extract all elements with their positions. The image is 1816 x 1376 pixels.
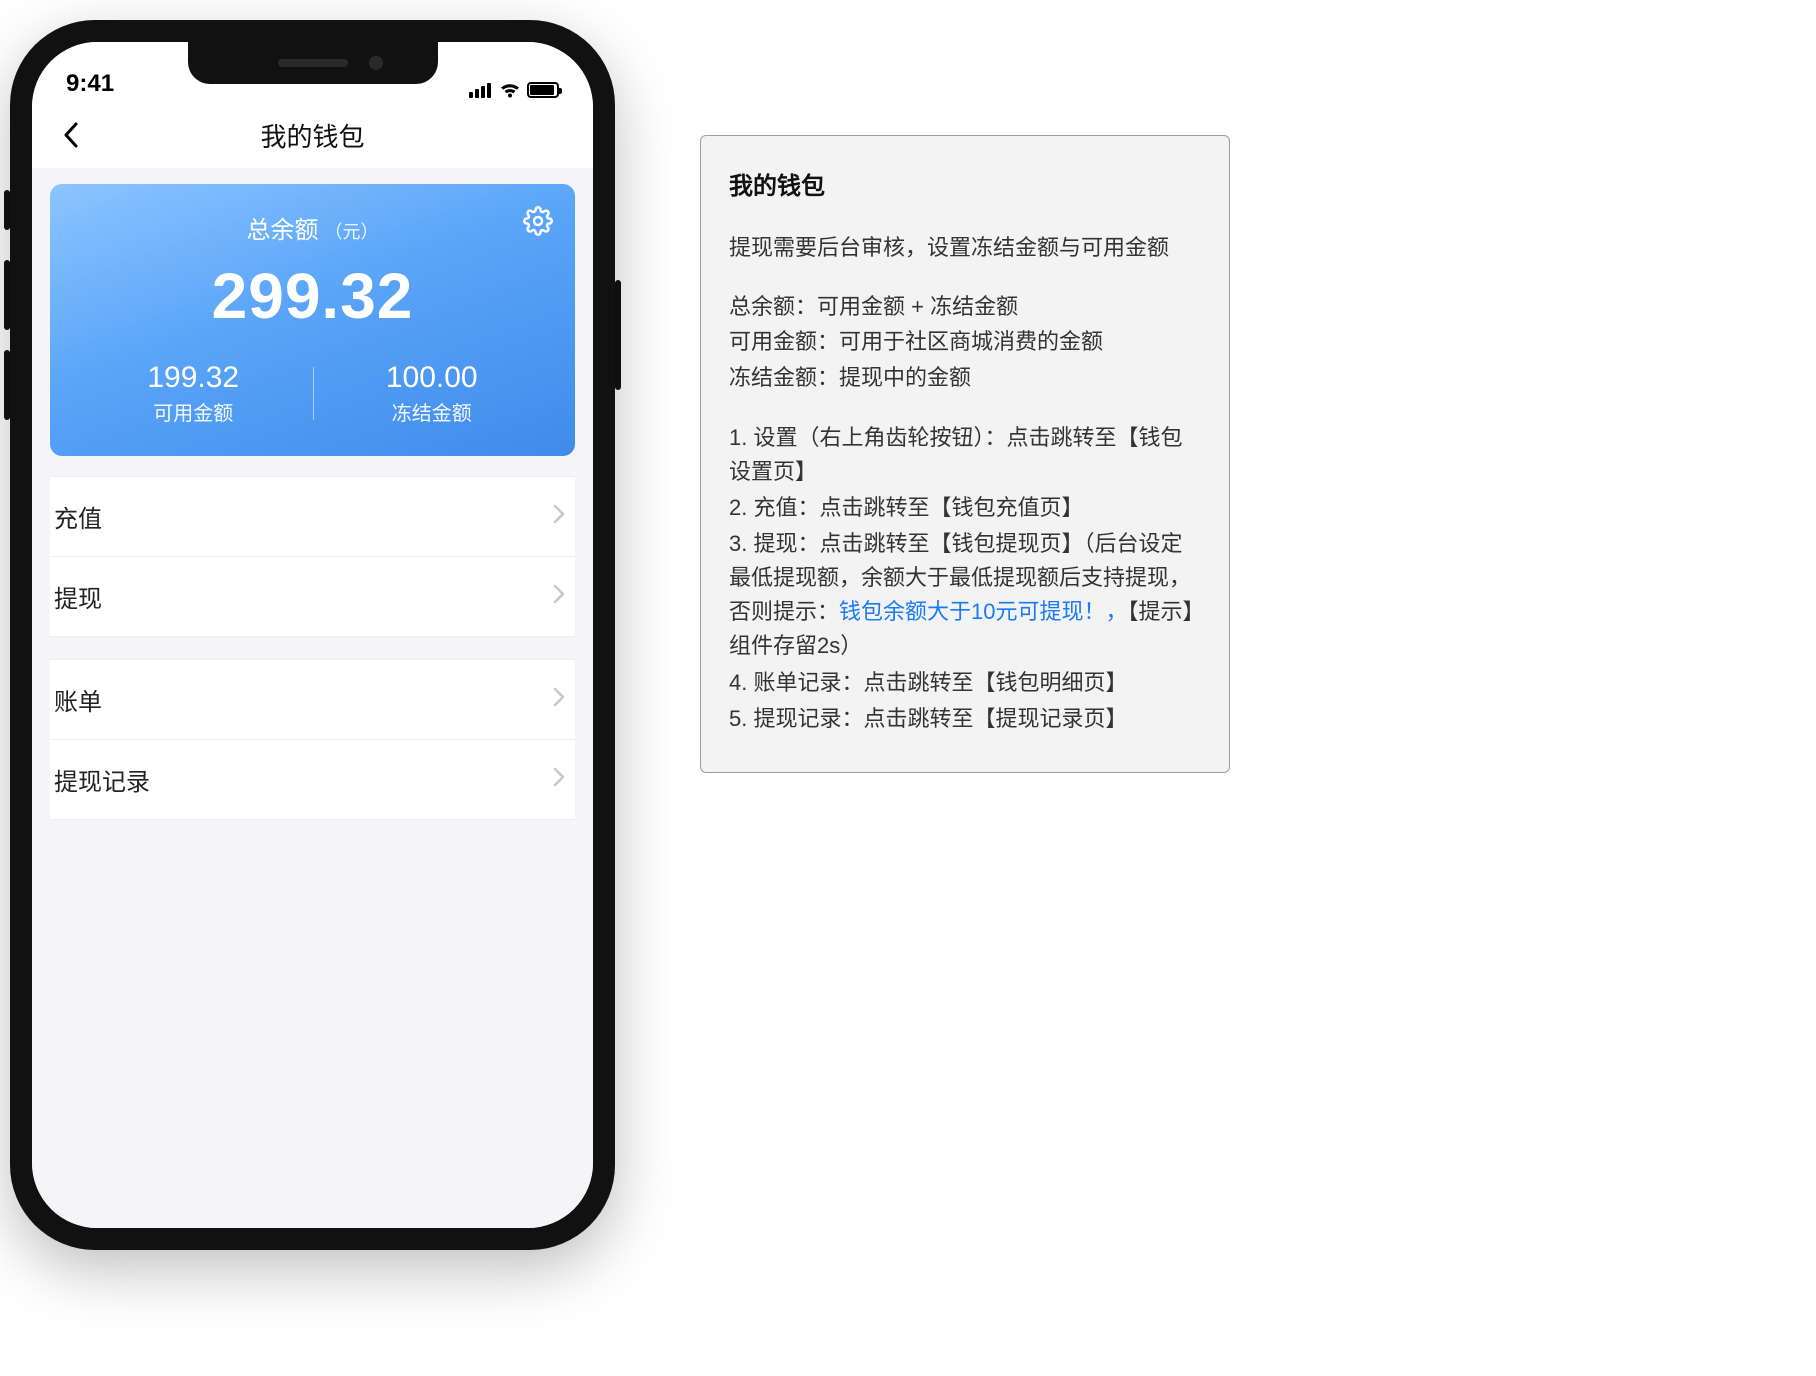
nav-bar: 我的钱包 [32, 102, 593, 168]
chevron-right-icon [553, 766, 565, 794]
menu-item-bill[interactable]: 账单 [50, 660, 575, 739]
frozen-balance-value: 100.00 [313, 361, 552, 395]
phone-mockup: 9:41 [10, 20, 615, 1250]
annotation-step: 1. 设置（右上角齿轮按钮）：点击跳转至【钱包设置页】 [729, 421, 1201, 489]
page-title: 我的钱包 [260, 117, 364, 154]
annotation-def-line: 可用金额：可用于社区商城消费的金额 [729, 324, 1201, 359]
chevron-right-icon [553, 583, 565, 611]
menu-item-label: 提现 [54, 579, 102, 614]
frozen-balance: 100.00 冻结金额 [313, 361, 552, 426]
chevron-left-icon [63, 122, 79, 148]
annotation-step: 5. 提现记录：点击跳转至【提现记录页】 [729, 702, 1201, 736]
annotation-step: 2. 充值：点击跳转至【钱包充值页】 [729, 491, 1201, 525]
menu-item-label: 充值 [54, 499, 102, 534]
annotation-definitions: 总余额：可用金额 + 冻结金额 可用金额：可用于社区商城消费的金额 冻结金额：提… [729, 289, 1201, 395]
menu-item-label: 账单 [54, 682, 102, 717]
phone-power-button [615, 280, 621, 390]
wifi-icon [499, 82, 521, 98]
annotation-def-line: 总余额：可用金额 + 冻结金额 [729, 289, 1201, 324]
annotation-highlight: 钱包余额大于10元可提现！， [839, 599, 1127, 624]
settings-button[interactable] [523, 206, 553, 236]
menu-group-records: 账单 提现记录 [50, 659, 575, 820]
chevron-right-icon [553, 503, 565, 531]
available-balance: 199.32 可用金额 [74, 361, 313, 426]
menu-item-withdraw[interactable]: 提现 [50, 556, 575, 636]
battery-icon [527, 82, 559, 98]
chevron-right-icon [553, 686, 565, 714]
available-balance-value: 199.32 [74, 361, 313, 395]
annotation-intro: 提现需要后台审核，设置冻结金额与可用金额 [729, 231, 1201, 265]
balance-card: 总余额 （元） 299.32 199.32 可用金额 100.00 冻结金额 [50, 184, 575, 456]
annotation-def-line: 冻结金额：提现中的金额 [729, 360, 1201, 395]
available-balance-label: 可用金额 [74, 397, 313, 426]
status-time: 9:41 [66, 70, 114, 98]
menu-item-label: 提现记录 [54, 762, 150, 797]
phone-screen: 9:41 [32, 42, 593, 1228]
annotation-title: 我的钱包 [729, 168, 1201, 205]
annotation-step: 4. 账单记录：点击跳转至【钱包明细页】 [729, 666, 1201, 700]
menu-group-actions: 充值 提现 [50, 476, 575, 637]
balance-total-label: 总余额 [247, 210, 319, 245]
menu-item-withdraw-records[interactable]: 提现记录 [50, 739, 575, 819]
menu-item-recharge[interactable]: 充值 [50, 477, 575, 556]
annotation-panel: 我的钱包 提现需要后台审核，设置冻结金额与可用金额 总余额：可用金额 + 冻结金… [700, 135, 1230, 773]
back-button[interactable] [56, 120, 86, 150]
phone-notch [188, 42, 438, 84]
balance-total-value: 299.32 [74, 259, 551, 333]
balance-unit: （元） [325, 218, 379, 244]
gear-icon [523, 206, 553, 236]
cellular-signal-icon [469, 82, 493, 98]
annotation-steps: 1. 设置（右上角齿轮按钮）：点击跳转至【钱包设置页】 2. 充值：点击跳转至【… [729, 421, 1201, 736]
annotation-step: 3. 提现：点击跳转至【钱包提现页】（后台设定最低提现额，余额大于最低提现额后支… [729, 527, 1201, 663]
frozen-balance-label: 冻结金额 [313, 397, 552, 426]
